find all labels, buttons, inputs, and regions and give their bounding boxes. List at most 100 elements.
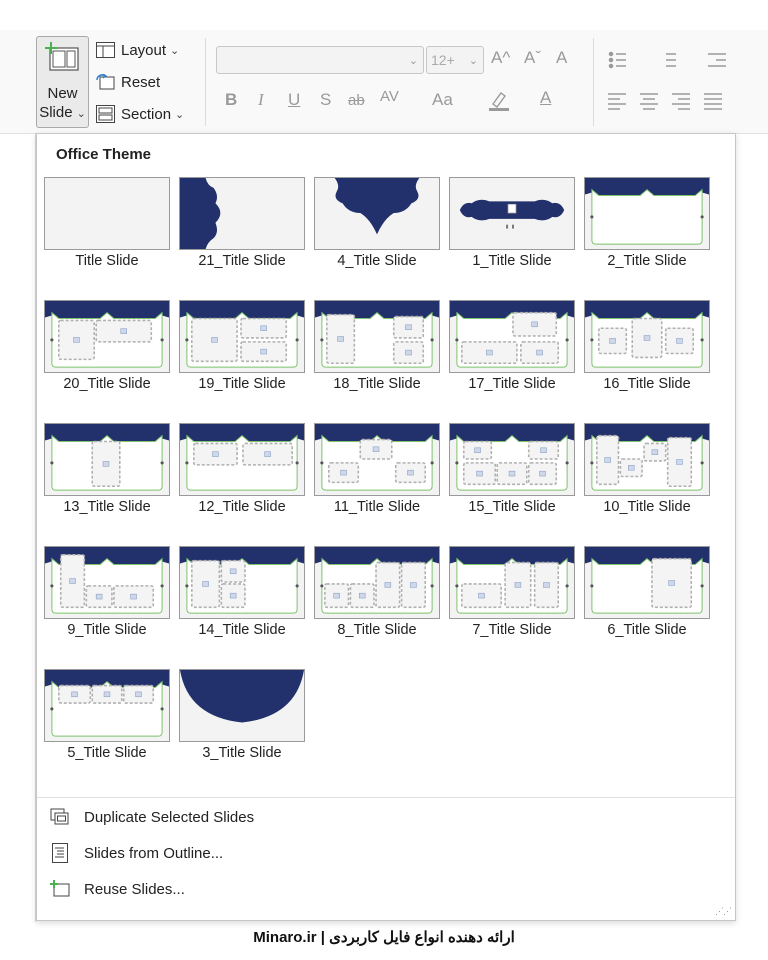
layout-label: 20_Title Slide — [63, 376, 151, 392]
layout-option[interactable]: 21_Title Slide — [179, 177, 305, 277]
layout-thumbnail — [584, 423, 710, 496]
ribbon-divider — [593, 38, 594, 126]
layout-thumbnail — [179, 669, 305, 742]
grow-font-button[interactable]: A^ — [491, 48, 510, 68]
layout-thumbnail — [314, 300, 440, 373]
layout-option[interactable]: Title Slide — [44, 177, 170, 277]
layout-label: 9_Title Slide — [67, 622, 147, 638]
layout-thumbnail — [314, 177, 440, 250]
reset-label: Reset — [121, 73, 161, 91]
layout-label: 11_Title Slide — [333, 499, 421, 515]
strikethrough-button[interactable]: ab — [348, 92, 365, 109]
layout-option[interactable]: 15_Title Slide — [449, 423, 575, 523]
new-slide-label-line1: New — [47, 85, 78, 102]
ribbon-divider — [205, 38, 206, 126]
layout-thumbnail — [314, 423, 440, 496]
layout-label: 2_Title Slide — [607, 253, 687, 269]
gallery-title: Office Theme — [56, 146, 152, 163]
layout-icon — [96, 42, 115, 58]
layout-label: 6_Title Slide — [607, 622, 687, 638]
layout-thumbnail — [179, 300, 305, 373]
layout-thumbnail — [44, 300, 170, 373]
slides-from-outline-item[interactable]: Slides from Outline... — [49, 840, 223, 866]
layout-option[interactable]: 5_Title Slide — [44, 669, 170, 769]
layout-thumbnail — [584, 177, 710, 250]
layout-label: 7_Title Slide — [472, 622, 552, 638]
clear-formatting-button[interactable]: A — [556, 48, 567, 68]
layout-label: 19_Title Slide — [198, 376, 286, 392]
layout-label: 17_Title Slide — [468, 376, 556, 392]
chevron-down-icon: ⌄ — [408, 55, 418, 67]
reset-button[interactable]: Reset — [96, 70, 160, 94]
layout-thumbnail — [449, 177, 575, 250]
duplicate-selected-slides-item[interactable]: Duplicate Selected Slides — [49, 804, 254, 830]
font-name-combo[interactable]: ⌄ — [216, 46, 424, 74]
layout-label: 16_Title Slide — [603, 376, 691, 392]
outline-document-icon — [49, 842, 71, 864]
reuse-slides-item[interactable]: Reuse Slides... — [49, 876, 185, 902]
change-case-button[interactable]: Aa — [432, 90, 453, 110]
resize-grip-icon[interactable]: ⋰⋰ — [715, 906, 732, 917]
ribbon: New Slide ⌄ Layout ⌄ Reset Section ⌄ ⌄ 12+ … — [0, 30, 768, 134]
layout-option[interactable]: 11_Title Slide — [314, 423, 440, 523]
layout-option[interactable]: 16_Title Slide — [584, 300, 710, 400]
layout-option[interactable]: 14_Title Slide — [179, 546, 305, 646]
section-label: Section — [121, 105, 172, 123]
underline-button[interactable]: U — [288, 90, 300, 110]
layout-thumbnail — [584, 300, 710, 373]
layout-option[interactable]: 6_Title Slide — [584, 546, 710, 646]
layout-thumbnail — [44, 546, 170, 619]
layout-option[interactable]: 2_Title Slide — [584, 177, 710, 277]
chevron-down-icon: ⌄ — [76, 108, 86, 120]
outline-label: Slides from Outline... — [84, 844, 224, 862]
menu-divider — [37, 797, 735, 798]
layout-option[interactable]: 13_Title Slide — [44, 423, 170, 523]
character-spacing-button[interactable]: AV — [380, 88, 399, 105]
layout-label: 15_Title Slide — [468, 499, 556, 515]
layout-thumbnail — [449, 300, 575, 373]
bold-button[interactable]: B — [225, 90, 237, 110]
chevron-down-icon: ⌄ — [170, 44, 180, 57]
layout-option[interactable]: 19_Title Slide — [179, 300, 305, 400]
font-color-button[interactable]: A — [540, 88, 551, 108]
layout-option[interactable]: 10_Title Slide — [584, 423, 710, 523]
layout-option[interactable]: 9_Title Slide — [44, 546, 170, 646]
highlight-color-icon[interactable] — [487, 90, 511, 112]
layout-thumbnail — [44, 669, 170, 742]
layout-label: 21_Title Slide — [198, 253, 286, 269]
shrink-font-button[interactable]: Aˇ — [524, 48, 541, 68]
paragraph-tools-icons[interactable] — [608, 50, 758, 120]
layout-label: 10_Title Slide — [603, 499, 691, 515]
layout-option[interactable]: 17_Title Slide — [449, 300, 575, 400]
layout-option[interactable]: 12_Title Slide — [179, 423, 305, 523]
font-size-combo[interactable]: 12+ ⌄ — [426, 46, 484, 74]
new-slide-button[interactable]: New Slide ⌄ — [36, 36, 89, 128]
layout-option[interactable]: 20_Title Slide — [44, 300, 170, 400]
layout-option[interactable]: 8_Title Slide — [314, 546, 440, 646]
duplicate-label: Duplicate Selected Slides — [84, 808, 255, 826]
text-shadow-button[interactable]: S — [320, 90, 331, 110]
italic-button[interactable]: I — [258, 90, 264, 110]
layout-label: 5_Title Slide — [67, 745, 147, 761]
chevron-down-icon: ⌄ — [175, 108, 185, 121]
layout-thumbnail — [179, 423, 305, 496]
layout-option[interactable]: 4_Title Slide — [314, 177, 440, 277]
layout-option[interactable]: 18_Title Slide — [314, 300, 440, 400]
new-slide-label-line2: Slide ⌄ — [39, 104, 86, 121]
layout-thumbnail — [44, 177, 170, 250]
layout-thumbnail — [449, 546, 575, 619]
layout-label: 1_Title Slide — [472, 253, 552, 269]
layout-option[interactable]: 7_Title Slide — [449, 546, 575, 646]
watermark-footer: Minaro.ir | ارائه دهنده انواع فایل کاربر… — [253, 929, 515, 946]
layout-gallery: Office Theme Title Slide 21_Title Slide 4_… — [36, 133, 736, 921]
layout-option[interactable]: 3_Title Slide — [179, 669, 305, 769]
section-button[interactable]: Section ⌄ — [96, 102, 184, 126]
layout-thumbnail — [314, 546, 440, 619]
duplicate-slides-icon — [49, 806, 71, 828]
layout-option[interactable]: 1_Title Slide — [449, 177, 575, 277]
layout-label: 8_Title Slide — [337, 622, 417, 638]
reset-icon — [96, 74, 115, 90]
reuse-slides-icon — [49, 878, 71, 900]
layout-thumbnail — [179, 177, 305, 250]
layout-button[interactable]: Layout ⌄ — [96, 38, 179, 62]
